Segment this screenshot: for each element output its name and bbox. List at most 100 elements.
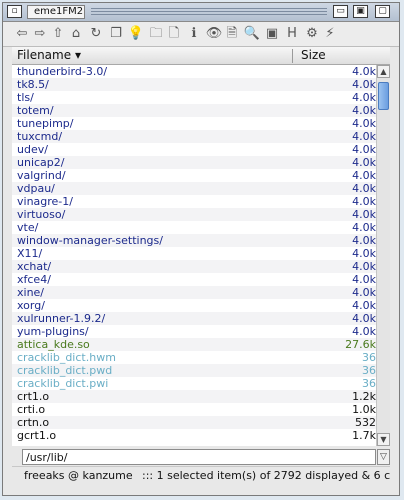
close-button[interactable]: ▢ — [375, 5, 390, 18]
file-size: 4.0k — [352, 286, 376, 299]
file-row[interactable]: vdpau/4.0k — [12, 182, 376, 195]
file-row[interactable]: tuxcmd/4.0k — [12, 130, 376, 143]
file-row[interactable]: vte/4.0k — [12, 221, 376, 234]
file-row[interactable]: xorg/4.0k — [12, 299, 376, 312]
file-row[interactable]: xfce4/4.0k — [12, 273, 376, 286]
settings-gears-icon[interactable]: ⚙ — [303, 25, 321, 43]
file-row[interactable]: crti.o 1.0k — [12, 403, 376, 416]
file-name: unicap2/ — [17, 156, 65, 169]
file-name: valgrind/ — [17, 169, 66, 182]
file-list[interactable]: thunderbird-3.0/4.0k tk8.5/4.0k tls/4.0k to… — [12, 65, 376, 446]
reload-icon[interactable]: ↻ — [87, 25, 105, 43]
file-size: 4.0k — [352, 182, 376, 195]
file-size: 36 — [362, 364, 376, 377]
file-size: 4.0k — [352, 260, 376, 273]
forward-icon[interactable]: ⇨ — [31, 25, 49, 43]
copy-icon[interactable]: ❐ — [107, 25, 125, 43]
scroll-thumb[interactable] — [378, 82, 389, 110]
file-size: 4.0k — [352, 117, 376, 130]
file-row[interactable]: virtuoso/4.0k — [12, 208, 376, 221]
up-icon[interactable]: ⇧ — [49, 25, 67, 43]
file-name: xulrunner-1.9.2/ — [17, 312, 106, 325]
maximize-button[interactable]: ▣ — [353, 5, 368, 18]
path-dropdown-icon[interactable]: ▽ — [377, 449, 390, 465]
file-row[interactable]: xchat/4.0k — [12, 260, 376, 273]
scroll-up-button[interactable]: ▲ — [377, 65, 390, 78]
info-icon[interactable]: ℹ — [185, 25, 203, 43]
file-row[interactable]: cracklib_dict.hwm 36 — [12, 351, 376, 364]
file-row[interactable]: tunepimp/4.0k — [12, 117, 376, 130]
file-name: vte/ — [17, 221, 39, 234]
minimize-button[interactable]: ▭ — [333, 5, 348, 18]
file-name: vdpau/ — [17, 182, 55, 195]
file-size: 27.6k — [345, 338, 376, 351]
status-message: ::: 1 selected item(s) of 2792 displayed… — [142, 467, 390, 485]
vertical-scrollbar[interactable]: ▲ ▼ — [376, 65, 390, 446]
file-size: 532 — [355, 416, 376, 429]
file-size: 1.7k — [352, 429, 376, 442]
file-row[interactable]: yum-plugins/4.0k — [12, 325, 376, 338]
new-file-icon[interactable]: 🗋 — [165, 25, 183, 43]
file-size: 4.0k — [352, 169, 376, 182]
file-manager-window: ▫ eme1FM2 ▭ ▣ ▢ ⇦ ⇨ ⇧ ⌂ ↻ ❐ 💡 🗀 🗋 ℹ 👁 🗎 🔍 ▣ H ⚙ ⚡ Filena… — [2, 2, 400, 496]
column-divider[interactable] — [292, 49, 293, 63]
toolbar: ⇦ ⇨ ⇧ ⌂ ↻ ❐ 💡 🗀 🗋 ℹ 👁 🗎 🔍 ▣ H ⚙ ⚡ — [3, 22, 399, 47]
file-size: 4.0k — [352, 312, 376, 325]
file-size: 4.0k — [352, 65, 376, 78]
file-row[interactable]: crt1.o 1.2k — [12, 390, 376, 403]
file-row[interactable]: X11/4.0k — [12, 247, 376, 260]
file-name: cracklib_dict.hwm — [17, 351, 116, 364]
file-row[interactable]: cracklib_dict.pwd 36 — [12, 364, 376, 377]
file-row[interactable]: cracklib_dict.pwi 36 — [12, 377, 376, 390]
search-icon[interactable]: 🔍 — [243, 25, 261, 43]
file-name: tuxcmd/ — [17, 130, 63, 143]
hidden-files-icon[interactable]: H — [283, 25, 301, 43]
document-icon[interactable]: 🗎 — [223, 25, 241, 43]
file-size: 4.0k — [352, 273, 376, 286]
file-name: X11/ — [17, 247, 43, 260]
status-user: freeaks @ kanzume — [24, 469, 133, 482]
file-row[interactable]: crtn.o 532 — [12, 416, 376, 429]
home-icon[interactable]: ⌂ — [67, 25, 85, 43]
file-row[interactable]: gcrt1.o 1.7k — [12, 429, 376, 442]
file-row[interactable]: unicap2/4.0k — [12, 156, 376, 169]
scroll-down-button[interactable]: ▼ — [377, 433, 390, 446]
file-name: virtuoso/ — [17, 208, 66, 221]
file-row[interactable]: totem/4.0k — [12, 104, 376, 117]
file-row[interactable]: valgrind/4.0k — [12, 169, 376, 182]
folder-icon[interactable]: 🗀 — [147, 25, 165, 43]
file-size: 4.0k — [352, 156, 376, 169]
window-menu-button[interactable]: ▫ — [7, 5, 22, 18]
file-name: crt1.o — [17, 390, 50, 403]
sort-chevron-icon: ▾ — [74, 48, 81, 62]
file-row[interactable]: xine/4.0k — [12, 286, 376, 299]
hint-bulb-icon[interactable]: 💡 — [127, 25, 145, 43]
view-eye-icon[interactable]: 👁 — [205, 25, 223, 43]
filename-header-label: Filename — [17, 48, 72, 62]
file-row[interactable]: attica_kde.so 27.6k — [12, 338, 376, 351]
file-name: crtn.o — [17, 416, 50, 429]
column-header: Filename ▾ Size — [12, 47, 390, 65]
path-input[interactable] — [22, 449, 376, 465]
filename-column-header[interactable]: Filename ▾ — [17, 48, 81, 62]
file-row[interactable]: xulrunner-1.9.2/4.0k — [12, 312, 376, 325]
file-row[interactable]: udev/4.0k — [12, 143, 376, 156]
title-bar[interactable]: ▫ eme1FM2 ▭ ▣ ▢ — [3, 3, 399, 22]
file-row[interactable]: vinagre-1/4.0k — [12, 195, 376, 208]
file-row[interactable]: window-manager-settings/4.0k — [12, 234, 376, 247]
file-name: gcrt1.o — [17, 429, 57, 442]
file-name: crti.o — [17, 403, 46, 416]
file-row[interactable]: tk8.5/4.0k — [12, 78, 376, 91]
file-row[interactable]: thunderbird-3.0/4.0k — [12, 65, 376, 78]
run-icon[interactable]: ⚡ — [321, 25, 339, 43]
back-icon[interactable]: ⇦ — [13, 25, 31, 43]
package-icon[interactable]: ▣ — [263, 25, 281, 43]
status-separator: ::: — [142, 469, 154, 482]
size-column-header[interactable]: Size — [301, 48, 326, 62]
file-name: window-manager-settings/ — [17, 234, 163, 247]
file-size: 36 — [362, 351, 376, 364]
title-bar-grip — [91, 8, 327, 16]
file-size: 1.2k — [352, 390, 376, 403]
file-row[interactable]: tls/4.0k — [12, 91, 376, 104]
file-name: tls/ — [17, 91, 34, 104]
